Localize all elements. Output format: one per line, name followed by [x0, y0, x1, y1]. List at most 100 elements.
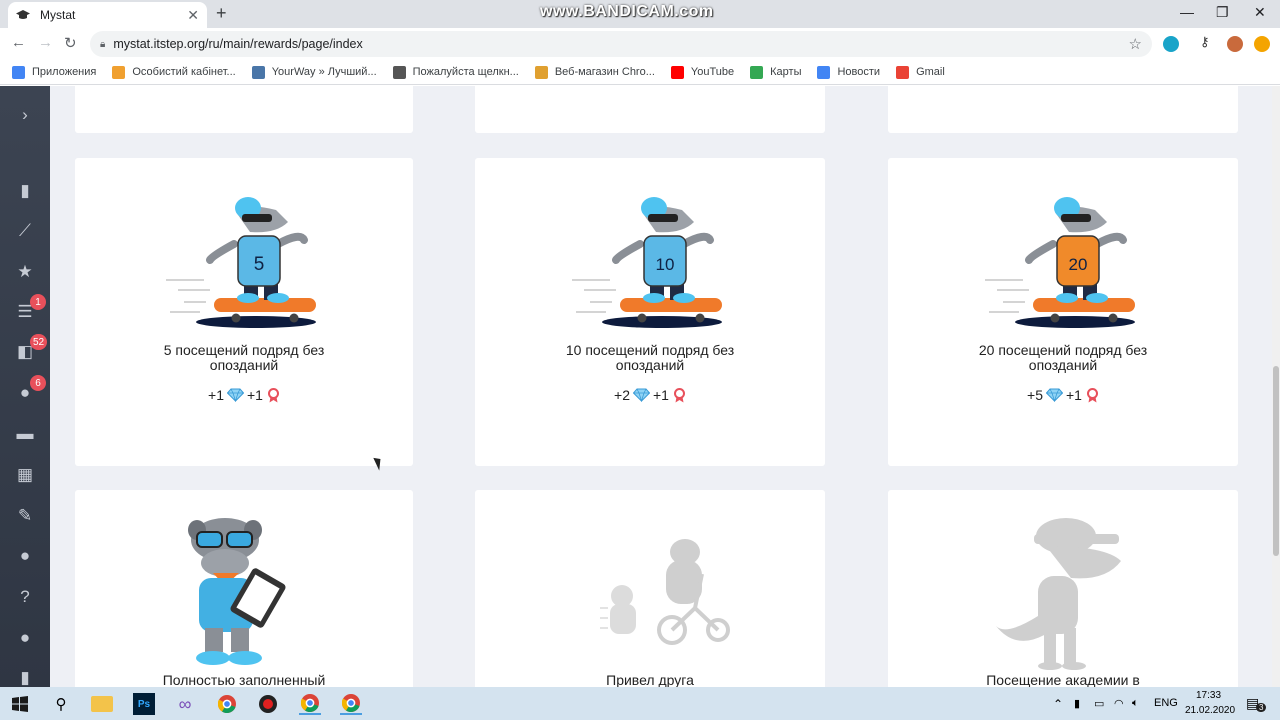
sidebar-item[interactable]: ●	[0, 623, 50, 653]
sidebar-item[interactable]: ›	[0, 100, 50, 130]
back-icon[interactable]: ←	[11, 34, 26, 51]
sidebar-item[interactable]: ● 6	[0, 375, 50, 408]
sidebar-item[interactable]: ★	[0, 257, 50, 287]
browser-tab[interactable]: Mystat ✕	[8, 2, 207, 28]
bookmark-item[interactable]: Новости	[817, 65, 881, 79]
bookmark-item[interactable]: YouTube	[670, 65, 735, 79]
browser-toolbar: ← → ↻ 🔒︎ mystat.itstep.org/ru/main/rewar…	[0, 28, 1280, 60]
clock-time[interactable]: 17:33	[1196, 690, 1221, 701]
photoshop-icon[interactable]: Ps	[133, 693, 155, 715]
chrome-profile-icon[interactable]	[340, 693, 362, 715]
url-text: mystat.itstep.org/ru/main/rewards/page/i…	[113, 37, 363, 51]
sidebar-item[interactable]: ☰ 1	[0, 294, 50, 327]
reward-card	[475, 86, 825, 133]
close-window-icon[interactable]: ✕	[1254, 4, 1266, 21]
chrome-window-icon[interactable]	[299, 693, 321, 715]
address-bar[interactable]: 🔒︎ mystat.itstep.org/ru/main/rewards/pag…	[90, 31, 1152, 57]
browser-tab-strip: Mystat ✕ + www.BANDICAM.com — ❐ ✕	[0, 0, 1280, 28]
bookmark-item[interactable]: YourWay » Лучший...	[251, 65, 377, 79]
sidebar-item[interactable]: ●	[0, 541, 50, 571]
bookmark-item[interactable]: Приложения	[12, 65, 97, 79]
forward-icon[interactable]: →	[38, 34, 53, 51]
reload-icon[interactable]: ↻	[64, 34, 77, 52]
profile-avatar[interactable]	[1227, 36, 1243, 52]
windows-taskbar: ⚲ Ps ∞ ⌃ ▮ ▭ ◠ 🔈︎ ENG 17:33 21.02.2020 ▤…	[0, 687, 1280, 720]
reward-card	[888, 86, 1238, 133]
reward-card	[75, 86, 413, 133]
sidebar-item[interactable]: ▮	[0, 176, 50, 206]
visual-studio-icon[interactable]: ∞	[174, 693, 196, 715]
bookmark-label: Приложения	[32, 66, 97, 78]
reward-amount: +5 +1	[888, 387, 1238, 403]
chevron-right-icon: ›	[22, 105, 28, 124]
tray-expand-icon[interactable]: ⌃	[1053, 697, 1063, 711]
skateboard-lizard-illustration: 20	[985, 194, 1141, 335]
location-icon: ●	[19, 628, 31, 647]
globe-icon	[392, 65, 406, 79]
bookmark-label: YouTube	[690, 66, 735, 78]
pen-icon: ✎	[17, 506, 33, 525]
award-ribbon-icon	[673, 387, 686, 403]
chrome-icon[interactable]	[216, 693, 238, 715]
svg-text:10: 10	[656, 255, 675, 274]
bar-chart-icon: ▮	[20, 181, 30, 200]
locked-bear-bicycle-illustration	[600, 539, 730, 645]
scrollbar-thumb[interactable]	[1273, 366, 1279, 556]
bookmark-label: Веб-магазин Chro...	[554, 66, 655, 78]
help-icon: ?	[20, 587, 30, 606]
bookmark-item[interactable]: Пожалуйста щелкн...	[392, 65, 519, 79]
reward-card-referral: Привел друга	[475, 490, 825, 687]
bandicam-record-icon[interactable]	[257, 693, 279, 715]
coins-value: +1	[208, 387, 224, 403]
chrome-store-icon	[534, 65, 548, 79]
battery-icon[interactable]: ▭	[1094, 697, 1104, 710]
close-tab-icon[interactable]: ✕	[187, 7, 199, 24]
lock-icon: 🔒︎	[100, 38, 106, 50]
bookmark-item[interactable]: Особистий кабінет...	[112, 65, 236, 79]
notification-badge: 1	[30, 294, 46, 310]
bookmark-label: Новости	[837, 66, 881, 78]
gmail-icon	[896, 65, 910, 79]
bookmark-item[interactable]: Gmail	[896, 65, 945, 79]
page-scrollbar[interactable]	[1272, 86, 1280, 687]
star-icon: ★	[17, 262, 33, 281]
microphone-tray-icon[interactable]: ▮	[1074, 697, 1080, 710]
sidebar-item[interactable]: ▬	[0, 419, 50, 449]
update-alert-icon[interactable]	[1254, 36, 1270, 52]
windows-start-icon[interactable]	[9, 693, 31, 715]
bookmark-item[interactable]: Веб-магазин Chro...	[534, 65, 655, 79]
reward-card: 20 20 посещений подряд без опозданий +5 +1	[888, 158, 1238, 466]
search-icon[interactable]: ⚲	[50, 693, 72, 715]
new-tab-button[interactable]: +	[216, 3, 227, 24]
tab-title: Mystat	[40, 8, 76, 22]
extension-icon[interactable]	[1163, 36, 1179, 52]
notification-badge: 6	[30, 375, 46, 391]
apps-grid-icon	[12, 65, 25, 79]
reward-amount: +2 +1	[475, 387, 825, 403]
sidebar-item[interactable]: ?	[0, 582, 50, 612]
sidebar-item[interactable]: ◧ 52	[0, 334, 50, 367]
sidebar-item[interactable]: ✎	[0, 501, 50, 531]
sidebar-item[interactable]: ⟋	[0, 216, 50, 246]
sidebar-item[interactable]: ▦	[0, 460, 50, 490]
svg-text:5: 5	[254, 254, 265, 275]
bookmark-item[interactable]: Карты	[750, 65, 802, 79]
bookmark-star-icon[interactable]: ☆	[1129, 35, 1142, 53]
file-explorer-icon[interactable]	[91, 696, 113, 712]
bookmark-label: Особистий кабінет...	[132, 66, 236, 78]
bookmark-label: Карты	[770, 66, 802, 78]
reward-title: Полностью заполненный	[162, 672, 326, 688]
clock-date[interactable]: 21.02.2020	[1185, 705, 1235, 716]
volume-icon[interactable]: 🔈︎	[1132, 697, 1139, 710]
wifi-icon[interactable]: ◠	[1114, 697, 1124, 710]
rewards-page: 5 5 посещений подряд без опозданий +1 +1 1…	[50, 86, 1272, 687]
reward-card: 10 10 посещений подряд без опозданий +2 +1	[475, 158, 825, 466]
reward-title: 5 посещений подряд без опозданий	[163, 342, 325, 373]
language-indicator[interactable]: ENG	[1154, 697, 1178, 709]
maximize-icon[interactable]: ❐	[1216, 4, 1229, 21]
key-icon[interactable]: ⚷	[1200, 34, 1210, 50]
reward-title: 20 посещений подряд без опозданий	[978, 342, 1148, 373]
line-chart-icon: ⟋	[19, 221, 31, 240]
reward-amount: +1 +1	[75, 387, 413, 403]
minimize-icon[interactable]: —	[1180, 4, 1194, 20]
